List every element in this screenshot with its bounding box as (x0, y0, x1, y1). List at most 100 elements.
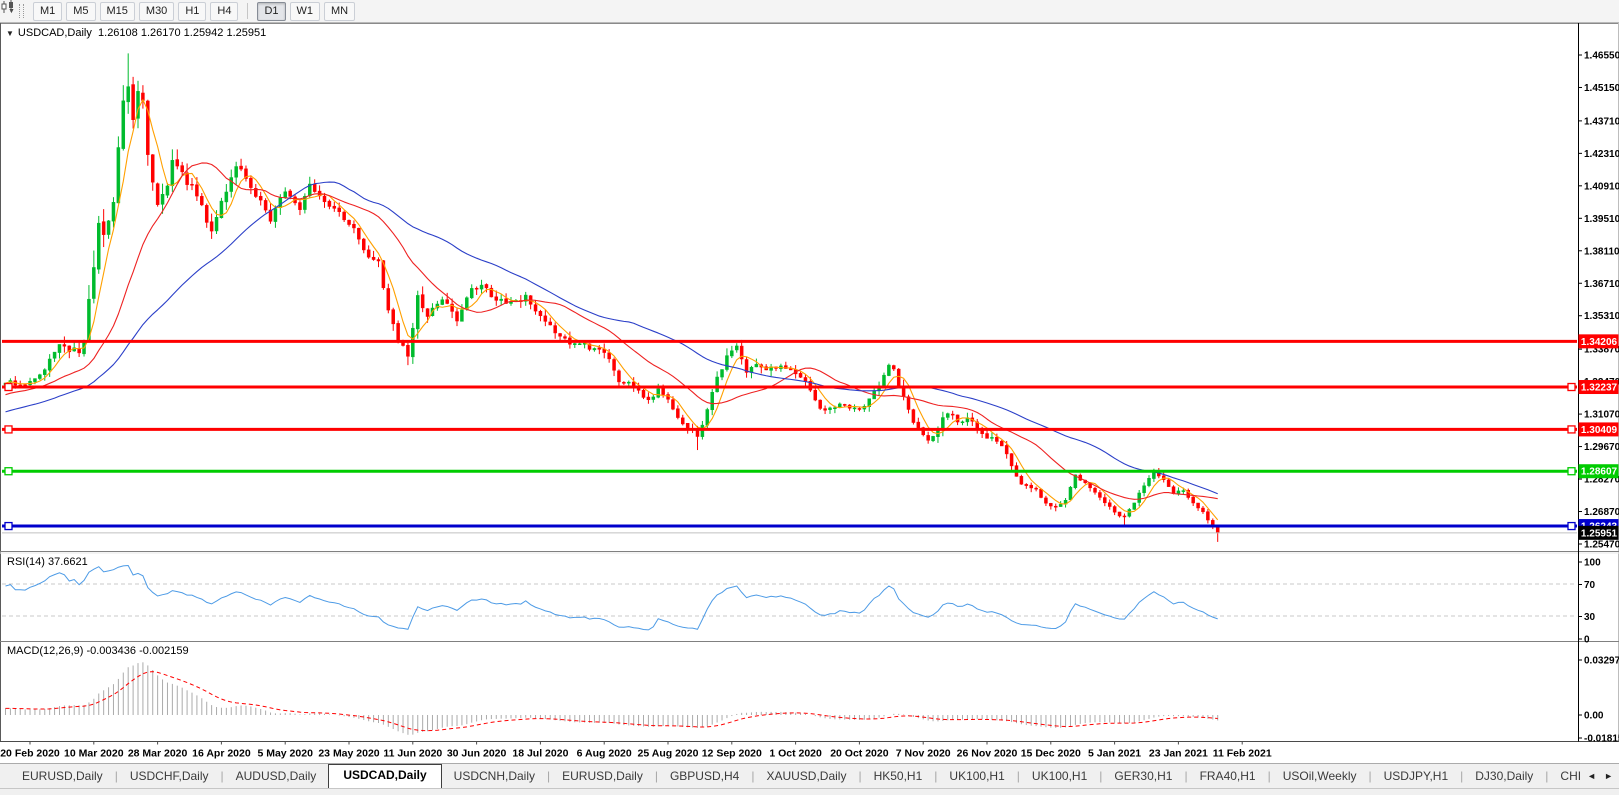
svg-text:1.36710: 1.36710 (1584, 279, 1619, 290)
tab-scroll-arrows: ◄ ► (1581, 763, 1619, 788)
svg-text:0.00: 0.00 (1584, 711, 1604, 722)
line-handle (1568, 426, 1575, 433)
tab-scroll-left-icon[interactable]: ◄ (1587, 771, 1596, 781)
macd-indicator-label: MACD(12,26,9) -0.003436 -0.002159 (7, 645, 189, 657)
moving-average-5 (6, 100, 1218, 520)
tab-dj30-daily[interactable]: DJ30,Daily (1463, 765, 1545, 788)
date-label: 18 Jul 2020 (512, 748, 568, 760)
rsi-indicator-label: RSI(14) 37.6621 (7, 556, 88, 568)
timeframe-button-m1[interactable]: M1 (33, 2, 62, 21)
date-label: 25 Aug 2020 (638, 748, 699, 760)
rsi-level-lines (2, 584, 1577, 616)
date-label: 5 Jan 2021 (1088, 748, 1141, 760)
tab-hk50-h1[interactable]: HK50,H1 (862, 765, 935, 788)
svg-text:100: 100 (1584, 558, 1601, 569)
toolbar-grip[interactable] (19, 4, 24, 18)
timeframe-button-d1[interactable]: D1 (257, 2, 285, 21)
timeframe-button-m15[interactable]: M15 (100, 2, 135, 21)
candlestick-chart-icon (0, 0, 16, 14)
svg-text:1.40910: 1.40910 (1584, 181, 1619, 192)
svg-text:1.43710: 1.43710 (1584, 116, 1619, 127)
price-tag-1.28607: 1.28607 (1581, 467, 1618, 478)
ma-line-5 (6, 100, 1218, 520)
svg-text:1.46550: 1.46550 (1584, 51, 1619, 62)
date-label: 20 Oct 2020 (830, 748, 889, 760)
tab-audusd-daily[interactable]: AUDUSD,Daily (224, 765, 329, 788)
ma-line-20 (6, 163, 1218, 499)
date-label: 16 Apr 2020 (192, 748, 251, 760)
line-handle (1568, 384, 1575, 391)
date-label: 11 Jun 2020 (383, 748, 442, 760)
rsi-line (6, 566, 1218, 630)
tab-scroll-right-icon[interactable]: ► (1604, 771, 1613, 781)
tab-uk100-h1[interactable]: UK100,H1 (1020, 765, 1099, 788)
moving-average-45 (6, 182, 1218, 494)
date-axis: 20 Feb 2020 10 Mar 2020 28 Mar 2020 16 Apr … (0, 742, 1272, 760)
svg-text:70: 70 (1584, 580, 1596, 591)
chart-ohlc-values: 1.26108 1.26170 1.25942 1.25951 (98, 27, 266, 39)
date-label: 23 May 2020 (318, 748, 379, 760)
top-toolbar: ▼ M1M5 M15M30H1H4 D1 W1MN (0, 0, 1619, 23)
price-chart-svg: 1.46550 1.45150 1.43710 1.42310 1.40910 1.395… (0, 23, 1619, 763)
symbol-tab-bar: EURUSD,Daily|USDCHF,Daily|AUDUSD,DailyUS… (0, 763, 1619, 788)
chart-title: ▼ USDCAD,Daily 1.26108 1.26170 1.25942 1.… (6, 27, 266, 39)
date-label: 28 Mar 2020 (128, 748, 188, 760)
svg-text:30: 30 (1584, 612, 1596, 623)
moving-average-20 (6, 163, 1218, 499)
timeframe-button-mn[interactable]: MN (324, 2, 355, 21)
date-label: 12 Sep 2020 (702, 748, 762, 760)
timeframe-button-h1[interactable]: H1 (178, 2, 206, 21)
timeframe-button-m30[interactable]: M30 (139, 2, 174, 21)
timeframe-button-m5[interactable]: M5 (66, 2, 95, 21)
tab-fra40-h1[interactable]: FRA40,H1 (1188, 765, 1268, 788)
date-label: 15 Dec 2020 (1021, 748, 1081, 760)
date-label: 20 Feb 2020 (0, 748, 60, 760)
line-handle (1568, 523, 1575, 530)
tab-usdcad-daily[interactable]: USDCAD,Daily (328, 764, 441, 788)
svg-text:0.032972: 0.032972 (1584, 656, 1619, 667)
line-handle (5, 384, 12, 391)
svg-text:1.31070: 1.31070 (1584, 410, 1619, 421)
rsi-indicator (6, 566, 1218, 630)
status-bar (0, 788, 1619, 795)
svg-text:1.39510: 1.39510 (1584, 214, 1619, 225)
line-handle (5, 468, 12, 475)
svg-text:0: 0 (1584, 635, 1590, 646)
collapse-caret-icon[interactable]: ▼ (6, 29, 14, 38)
chart-window[interactable]: 1.46550 1.45150 1.43710 1.42310 1.40910 1.395… (0, 23, 1619, 763)
price-tag-1.30409: 1.30409 (1581, 425, 1618, 436)
line-handle (5, 426, 12, 433)
tab-usdchf-daily[interactable]: USDCHF,Daily (118, 765, 221, 788)
tab-eurusd-daily[interactable]: EURUSD,Daily (550, 765, 655, 788)
date-label: 11 Feb 2021 (1213, 748, 1272, 760)
date-label: 6 Aug 2020 (577, 748, 632, 760)
tab-xauusd-daily[interactable]: XAUUSD,Daily (754, 765, 858, 788)
svg-text:1.42310: 1.42310 (1584, 149, 1619, 160)
date-label: 23 Jan 2021 (1149, 748, 1208, 760)
svg-text:1.26870: 1.26870 (1584, 507, 1619, 518)
date-label: 1 Oct 2020 (769, 748, 822, 760)
candles (4, 53, 1219, 542)
line-handle (5, 523, 12, 530)
chart-type-icon[interactable]: ▼ (5, 8, 15, 15)
tab-usoil-weekly[interactable]: USOil,Weekly (1271, 765, 1369, 788)
chart-symbol-period: USDCAD,Daily (18, 27, 92, 39)
date-label: 7 Nov 2020 (896, 748, 951, 760)
tab-uk100-h1[interactable]: UK100,H1 (937, 765, 1016, 788)
toolbar-separator (247, 3, 248, 19)
timeframe-button-h4[interactable]: H4 (210, 2, 238, 21)
svg-text:1.45150: 1.45150 (1584, 83, 1619, 94)
tab-gbpusd-h4[interactable]: GBPUSD,H4 (658, 765, 751, 788)
price-tag-1.34206: 1.34206 (1581, 337, 1618, 348)
svg-text:-0.01815: -0.01815 (1584, 734, 1619, 745)
date-label: 10 Mar 2020 (64, 748, 124, 760)
current-price-tag: 1.25951 (1581, 528, 1618, 539)
tab-eurusd-daily[interactable]: EURUSD,Daily (10, 765, 115, 788)
price-tag-1.32237: 1.32237 (1581, 383, 1618, 394)
tab-ger30-h1[interactable]: GER30,H1 (1102, 765, 1184, 788)
tab-usdjpy-h1[interactable]: USDJPY,H1 (1372, 765, 1460, 788)
tab-usdcnh-daily[interactable]: USDCNH,Daily (442, 765, 547, 788)
svg-text:1.29670: 1.29670 (1584, 442, 1619, 453)
timeframe-button-w1[interactable]: W1 (290, 2, 321, 21)
line-handle (1568, 468, 1575, 475)
